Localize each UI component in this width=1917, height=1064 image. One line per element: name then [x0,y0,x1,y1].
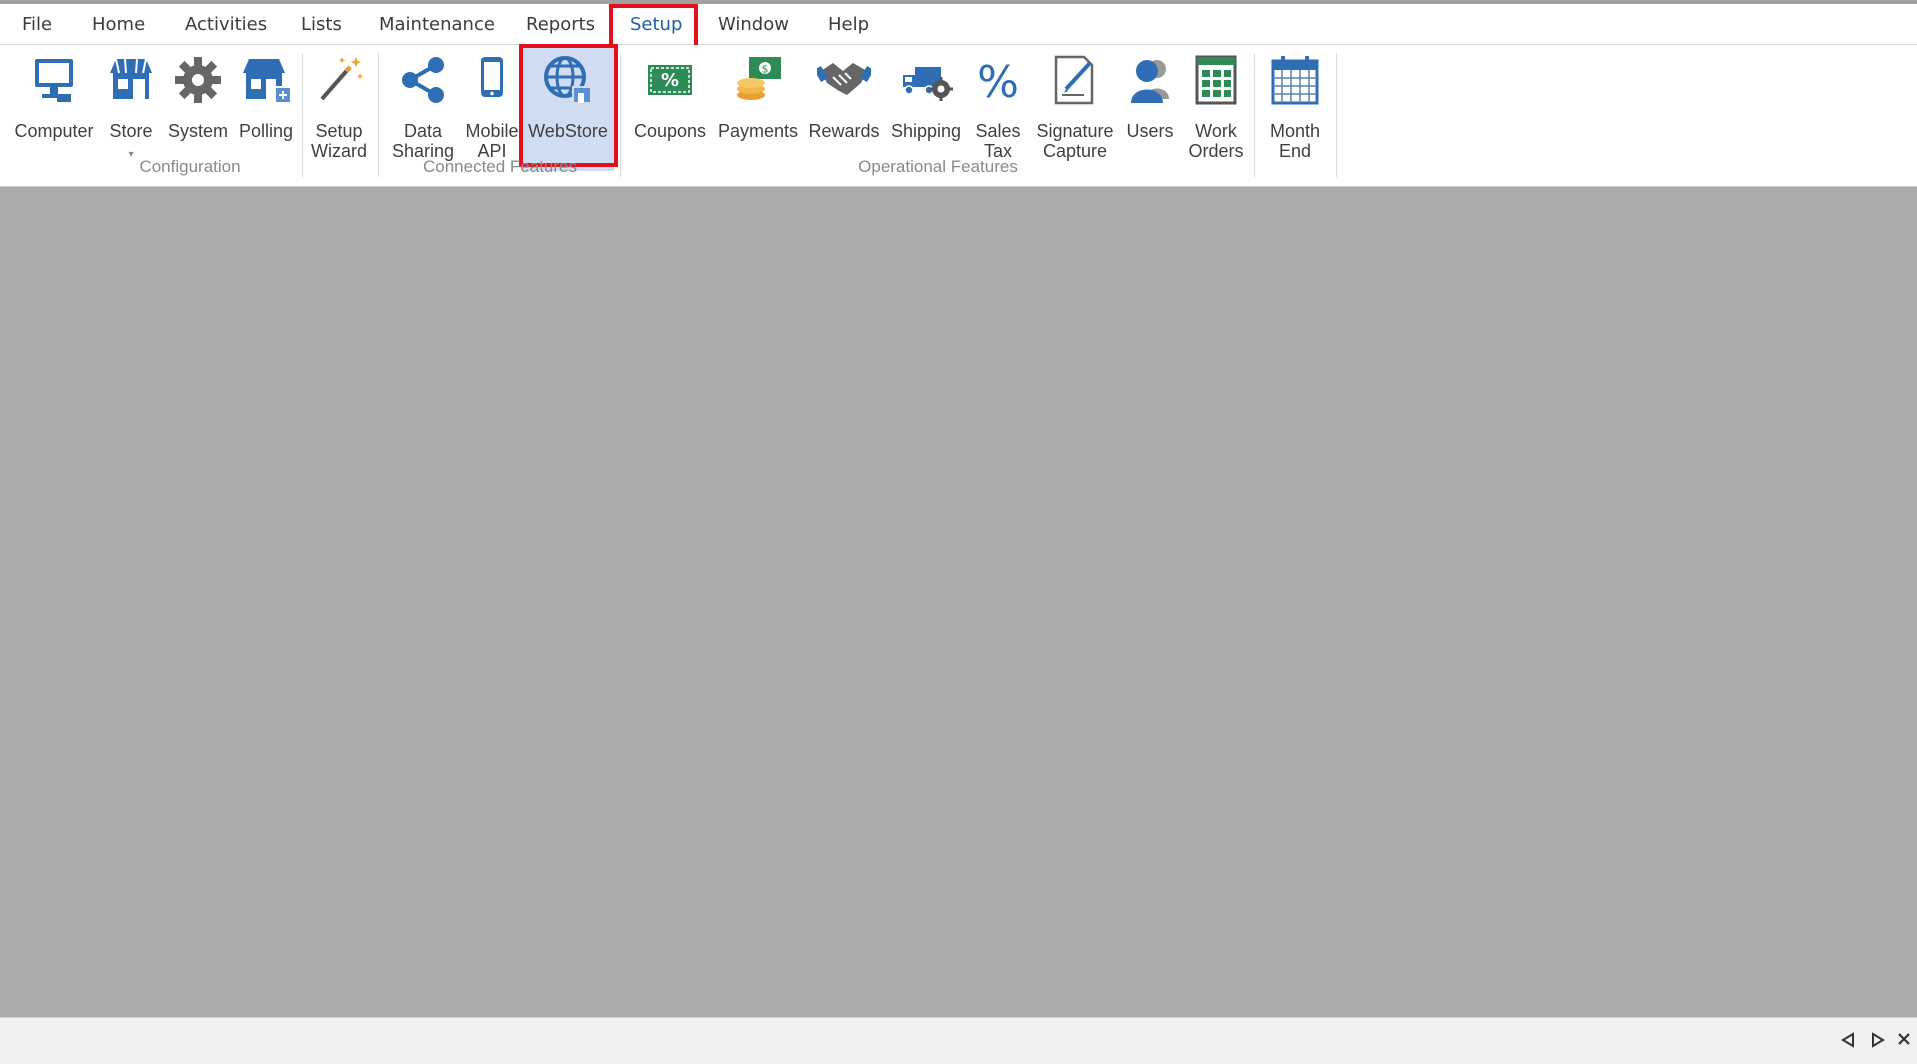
svg-text:%: % [661,70,679,91]
mobile-api-button[interactable]: Mobile API [464,53,520,171]
payments-button[interactable]: $ Payments [716,53,800,171]
webstore-label: WebStore [528,121,608,141]
menu-maintenance[interactable]: Maintenance [379,14,495,35]
sales-tax-button[interactable]: % Sales Tax [970,53,1026,171]
rewards-label: Rewards [808,121,880,141]
menu-activities[interactable]: Activities [185,14,267,35]
svg-text:%: % [977,57,1019,107]
percent-icon: % [977,57,1019,107]
status-bar [0,1017,1917,1064]
ribbon-separator [1254,53,1255,177]
mobile-phone-icon [481,57,503,97]
share-icon [402,57,444,103]
data-sharing-button[interactable]: Data Sharing [386,53,460,171]
polling-button[interactable]: Polling [235,53,297,171]
prev-arrow-icon[interactable] [1838,1032,1858,1052]
users-button[interactable]: Users [1122,53,1178,171]
rewards-button[interactable]: Rewards [806,53,882,171]
menu-window[interactable]: Window [718,14,789,35]
menu-file[interactable]: File [22,14,52,35]
work-orders-button[interactable]: Work Orders [1184,53,1248,171]
signature-pen-icon [1054,55,1094,105]
calendar-icon [1271,56,1319,105]
shipping-button[interactable]: Shipping [888,53,964,171]
ribbon-separator [378,53,379,177]
store-label: Store [109,121,153,141]
system-button[interactable]: System [167,53,229,171]
store-button[interactable]: Store ▾ [103,53,159,171]
store-icon [110,58,152,99]
sales-tax-label: Sales Tax [975,121,1021,161]
menu-help[interactable]: Help [828,14,869,35]
cash-coins-icon: $ [737,57,781,100]
coupon-icon: % [648,65,692,95]
menu-home[interactable]: Home [92,14,145,35]
coupons-label: Coupons [633,121,707,141]
globe-store-icon [544,56,592,104]
computer-label: Computer [14,121,94,141]
mdi-workspace [0,187,1917,1017]
polling-store-icon [243,59,292,104]
coupons-button[interactable]: % Coupons [630,53,710,171]
svg-text:$: $ [762,63,769,76]
truck-gear-icon [903,67,953,101]
magic-wand-icon [320,57,364,101]
menu-lists[interactable]: Lists [301,14,342,35]
signature-capture-label: Signature Capture [1036,121,1114,161]
menu-setup[interactable]: Setup [630,14,682,35]
computer-button[interactable]: Computer [14,53,94,171]
menu-bar: File Home Activities Lists Maintenance R… [0,4,1917,45]
month-end-label: Month End [1269,121,1321,161]
work-orders-icon [1195,55,1237,105]
payments-label: Payments [717,121,799,141]
work-orders-label: Work Orders [1188,121,1244,161]
setup-wizard-button[interactable]: Setup Wizard [308,53,370,171]
users-label: Users [1126,121,1174,141]
connected-features-group-label: Connected Features [422,157,578,176]
ribbon-separator [620,53,621,177]
gear-icon [175,57,221,103]
operational-features-group-label: Operational Features [858,157,1018,176]
system-label: System [167,121,228,141]
ribbon-separator [1336,53,1337,177]
next-arrow-icon[interactable] [1868,1032,1888,1052]
users-icon [1131,60,1169,103]
shipping-label: Shipping [890,121,962,141]
polling-label: Polling [238,121,294,141]
close-icon[interactable] [1894,1032,1914,1052]
handshake-icon [817,63,871,95]
signature-capture-button[interactable]: Signature Capture [1032,53,1118,171]
computer-icon [35,59,73,102]
month-end-button[interactable]: Month End [1262,53,1328,171]
menu-reports[interactable]: Reports [526,14,595,35]
data-sharing-label: Data Sharing [391,121,455,161]
ribbon: Computer Store ▾ System Polling Setup Wi… [0,44,1917,187]
configuration-group-label: Configuration [139,157,241,176]
webstore-button[interactable]: WebStore [522,47,614,171]
setup-wizard-label: Setup Wizard [310,121,367,161]
